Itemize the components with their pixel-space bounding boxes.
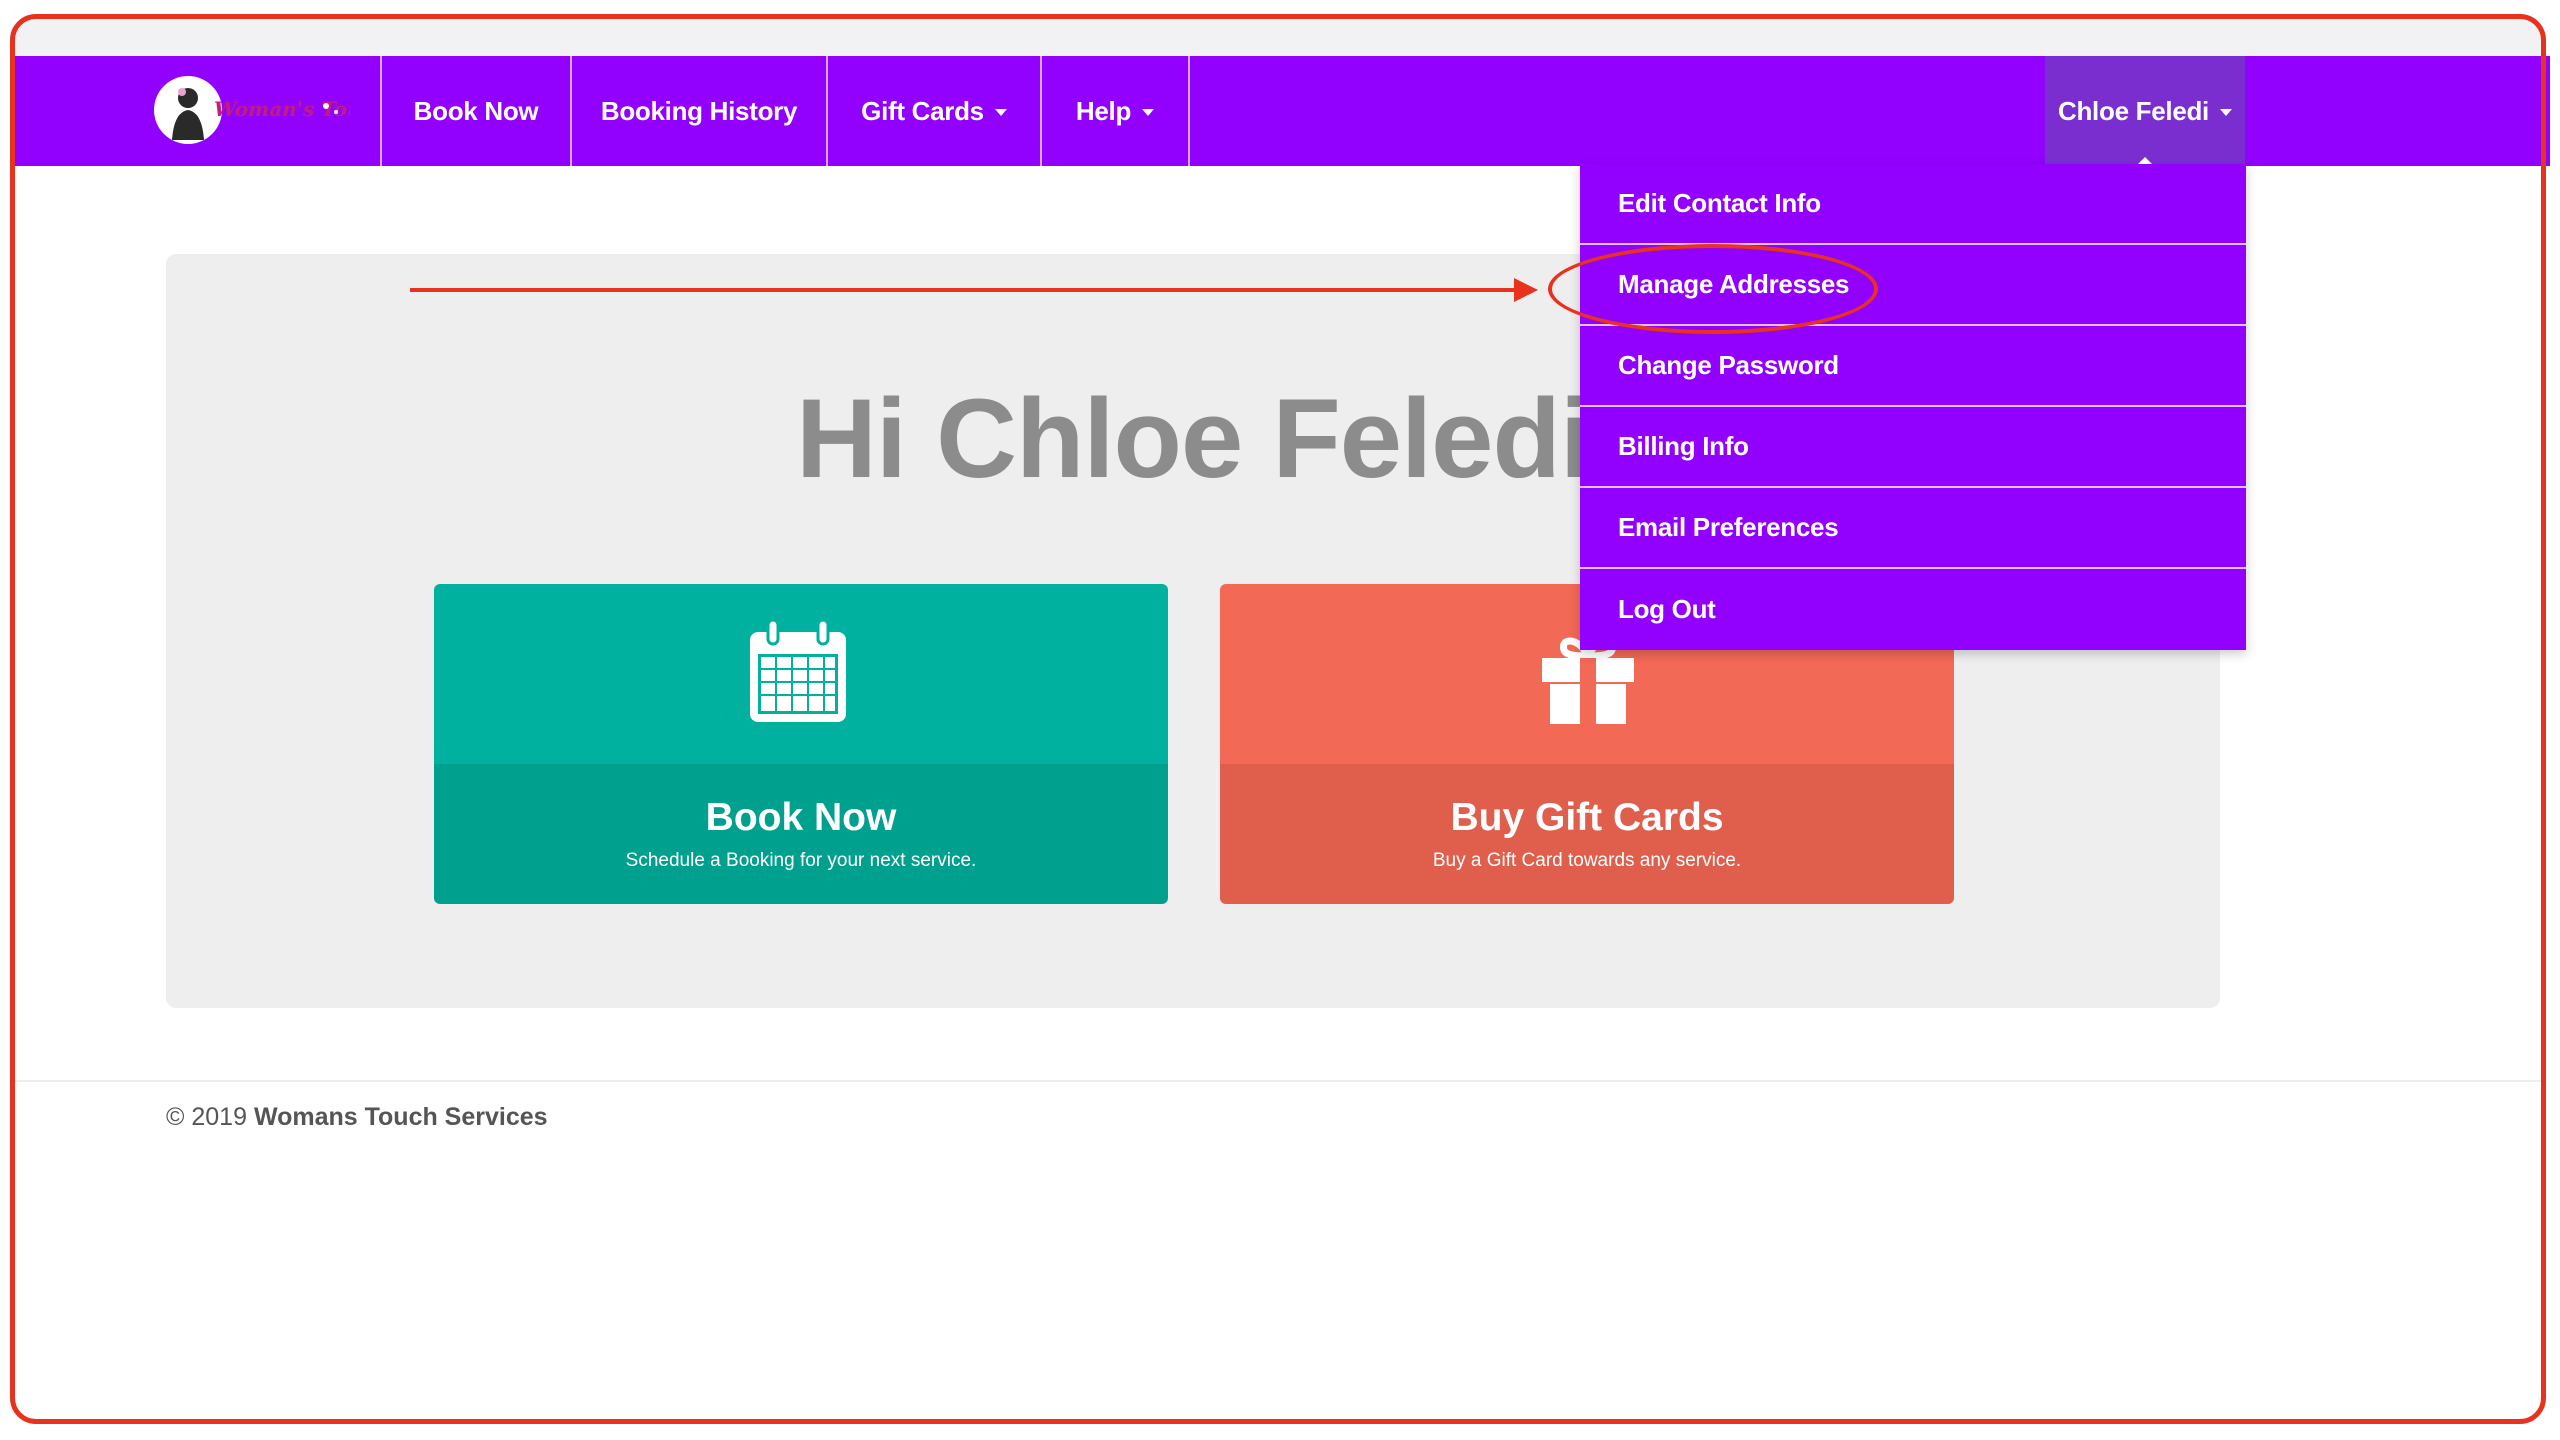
menu-item-label: Billing Info [1618,431,1749,461]
menu-item-billing-info[interactable]: Billing Info [1580,407,2246,488]
footer-company: Womans Touch Services [253,1103,548,1131]
nav-help-label: Help [1075,95,1132,126]
nav-gift-cards[interactable]: Gift Cards [826,56,1040,166]
user-name-label: Chloe Feledi [2058,95,2209,126]
logo-image: Woman's Touch [154,76,388,144]
top-navbar: Woman's Touch Book Now Booking History G… [10,56,2550,167]
footer-copyright: © 2019 [166,1103,247,1131]
menu-item-change-password[interactable]: Change Password [1580,326,2246,407]
annotation-arrow-line [410,288,1522,292]
book-now-card[interactable]: Book Now Schedule a Booking for your nex… [434,584,1168,904]
svg-text:Woman's Touch: Woman's Touch [214,97,350,121]
menu-item-label: Edit Contact Info [1618,188,1821,218]
chevron-down-icon [994,109,1007,116]
chevron-down-icon [1142,109,1155,116]
nav-book-now[interactable]: Book Now [380,56,570,166]
book-now-card-title: Book Now [705,796,897,839]
browser-top-strip [14,18,2542,56]
book-now-card-subtitle: Schedule a Booking for your next service… [625,850,977,871]
chevron-down-icon [2219,109,2232,116]
annotation-arrow-head [1514,278,1538,302]
gift-card-title: Buy Gift Cards [1450,796,1724,839]
user-dropdown-menu: Edit Contact Info Manage Addresses Chang… [1580,164,2246,650]
user-menu-toggle[interactable]: Chloe Feledi [2045,56,2245,167]
menu-item-label: Log Out [1618,594,1716,624]
menu-item-email-preferences[interactable]: Email Preferences [1580,488,2246,569]
nav-help[interactable]: Help [1040,56,1190,166]
menu-item-edit-contact-info[interactable]: Edit Contact Info [1580,164,2246,245]
nav-book-now-label: Book Now [413,95,539,126]
nav-booking-history[interactable]: Booking History [570,56,826,166]
book-now-card-top [434,584,1168,764]
menu-item-label: Email Preferences [1618,512,1839,542]
footer: © 2019 Womans Touch Services [166,1103,548,1132]
calendar-icon [750,618,846,722]
annotation-highlight-ellipse [1548,244,1878,334]
brand-logo[interactable]: Woman's Touch [150,72,388,148]
menu-item-label: Change Password [1618,350,1839,380]
menu-item-log-out[interactable]: Log Out [1580,569,2246,650]
gift-card-subtitle: Buy a Gift Card towards any service. [1432,850,1742,871]
gift-card-bottom: Buy Gift Cards Buy a Gift Card towards a… [1220,764,1954,904]
book-now-card-bottom: Book Now Schedule a Booking for your nex… [434,764,1168,904]
footer-divider [14,1080,2542,1082]
nav-gift-cards-label: Gift Cards [861,95,984,126]
nav-booking-history-label: Booking History [600,95,798,126]
